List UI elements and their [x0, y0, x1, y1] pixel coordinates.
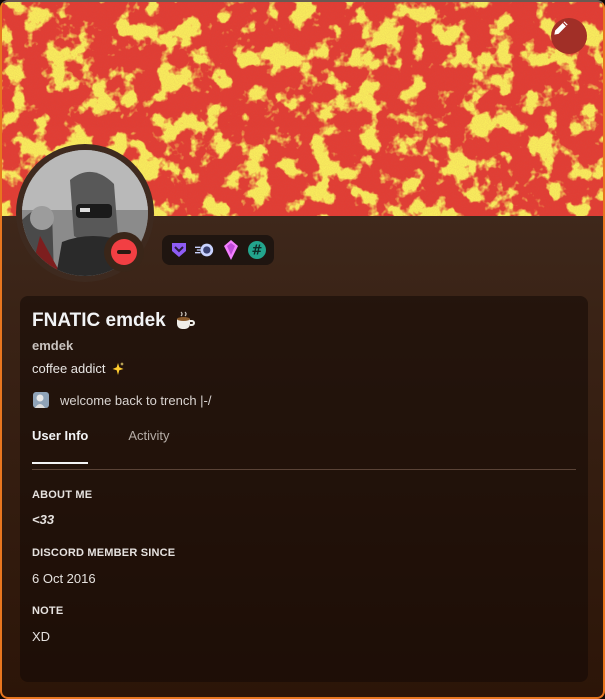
status-indicator — [104, 232, 144, 272]
server-boost-gem-icon[interactable] — [221, 240, 241, 260]
note-heading: NOTE — [32, 605, 64, 617]
badge-list: # — [162, 235, 274, 265]
display-name-text: FNATIC emdek — [32, 310, 166, 331]
profile-tabs: User Info Activity — [32, 428, 170, 464]
username[interactable]: emdek — [32, 338, 73, 353]
pencil-icon — [554, 21, 568, 35]
tabs-divider — [32, 469, 576, 470]
bio: coffee addict — [32, 361, 125, 376]
user-profile-card: # FNATIC emdek emdek coffee addict welco… — [0, 0, 605, 699]
about-me-value: <33 — [32, 512, 55, 527]
bio-text: coffee addict — [32, 361, 106, 376]
member-since-heading: DISCORD MEMBER SINCE — [32, 547, 176, 559]
custom-status: welcome back to trench |-/ — [32, 391, 212, 409]
custom-status-emoji-icon — [33, 392, 49, 408]
tab-activity[interactable]: Activity — [128, 428, 169, 464]
sparkles-emoji-icon — [112, 361, 125, 375]
nitro-badge-icon[interactable] — [195, 240, 215, 260]
do-not-disturb-icon — [111, 239, 137, 265]
svg-text:#: # — [252, 244, 263, 259]
tab-user-info[interactable]: User Info — [32, 428, 89, 464]
originally-known-as-badge-icon[interactable]: # — [247, 240, 267, 260]
note-value[interactable]: XD — [32, 629, 50, 644]
display-name: FNATIC emdek — [32, 310, 196, 332]
avatar-container[interactable] — [16, 144, 154, 282]
about-me-heading: ABOUT ME — [32, 489, 93, 501]
hypesquad-balance-badge-icon[interactable] — [169, 240, 189, 260]
edit-profile-button[interactable] — [551, 18, 587, 54]
profile-info-panel: FNATIC emdek emdek coffee addict welcome — [20, 296, 588, 682]
coffee-emoji-icon — [176, 311, 195, 329]
custom-status-text: welcome back to trench |-/ — [60, 392, 212, 408]
member-since-value: 6 Oct 2016 — [32, 571, 96, 586]
